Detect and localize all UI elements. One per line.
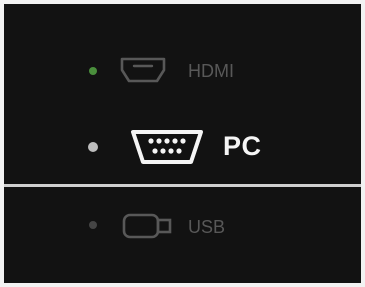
status-indicator-dot xyxy=(88,142,98,152)
status-indicator-dot xyxy=(89,67,97,75)
status-indicator-dot xyxy=(89,221,97,229)
vga-port-icon xyxy=(131,130,203,164)
source-item-pc[interactable]: PC xyxy=(4,118,361,178)
hdmi-port-icon xyxy=(120,57,166,83)
source-label: PC xyxy=(223,131,262,161)
input-source-menu: HDMI PC USB xyxy=(4,4,361,283)
usb-port-icon xyxy=(122,213,172,239)
source-item-usb[interactable]: USB xyxy=(4,196,361,256)
source-item-hdmi[interactable]: HDMI xyxy=(4,42,361,102)
source-label: HDMI xyxy=(188,61,234,81)
source-label: USB xyxy=(188,217,226,237)
selection-divider xyxy=(4,184,361,187)
